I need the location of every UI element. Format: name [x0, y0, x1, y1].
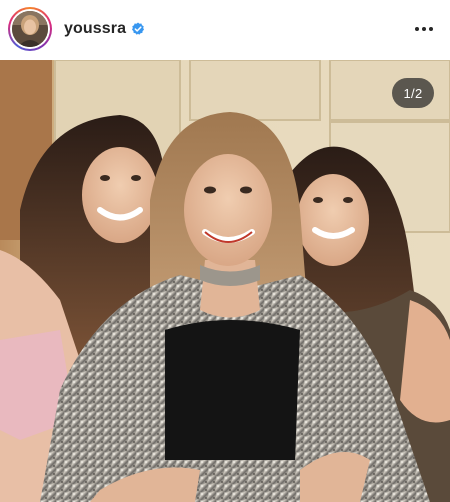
username[interactable]: youssra: [64, 20, 126, 38]
post-photo[interactable]: [0, 60, 450, 502]
verified-badge-icon: [131, 22, 145, 36]
instagram-post: youssra 1/2: [0, 0, 450, 502]
post-header: youssra: [0, 0, 450, 58]
avatar-border: [10, 9, 50, 49]
more-options-icon[interactable]: [412, 17, 436, 41]
avatar-image: [12, 11, 48, 47]
avatar[interactable]: [8, 7, 52, 51]
carousel-counter: 1/2: [392, 78, 434, 108]
